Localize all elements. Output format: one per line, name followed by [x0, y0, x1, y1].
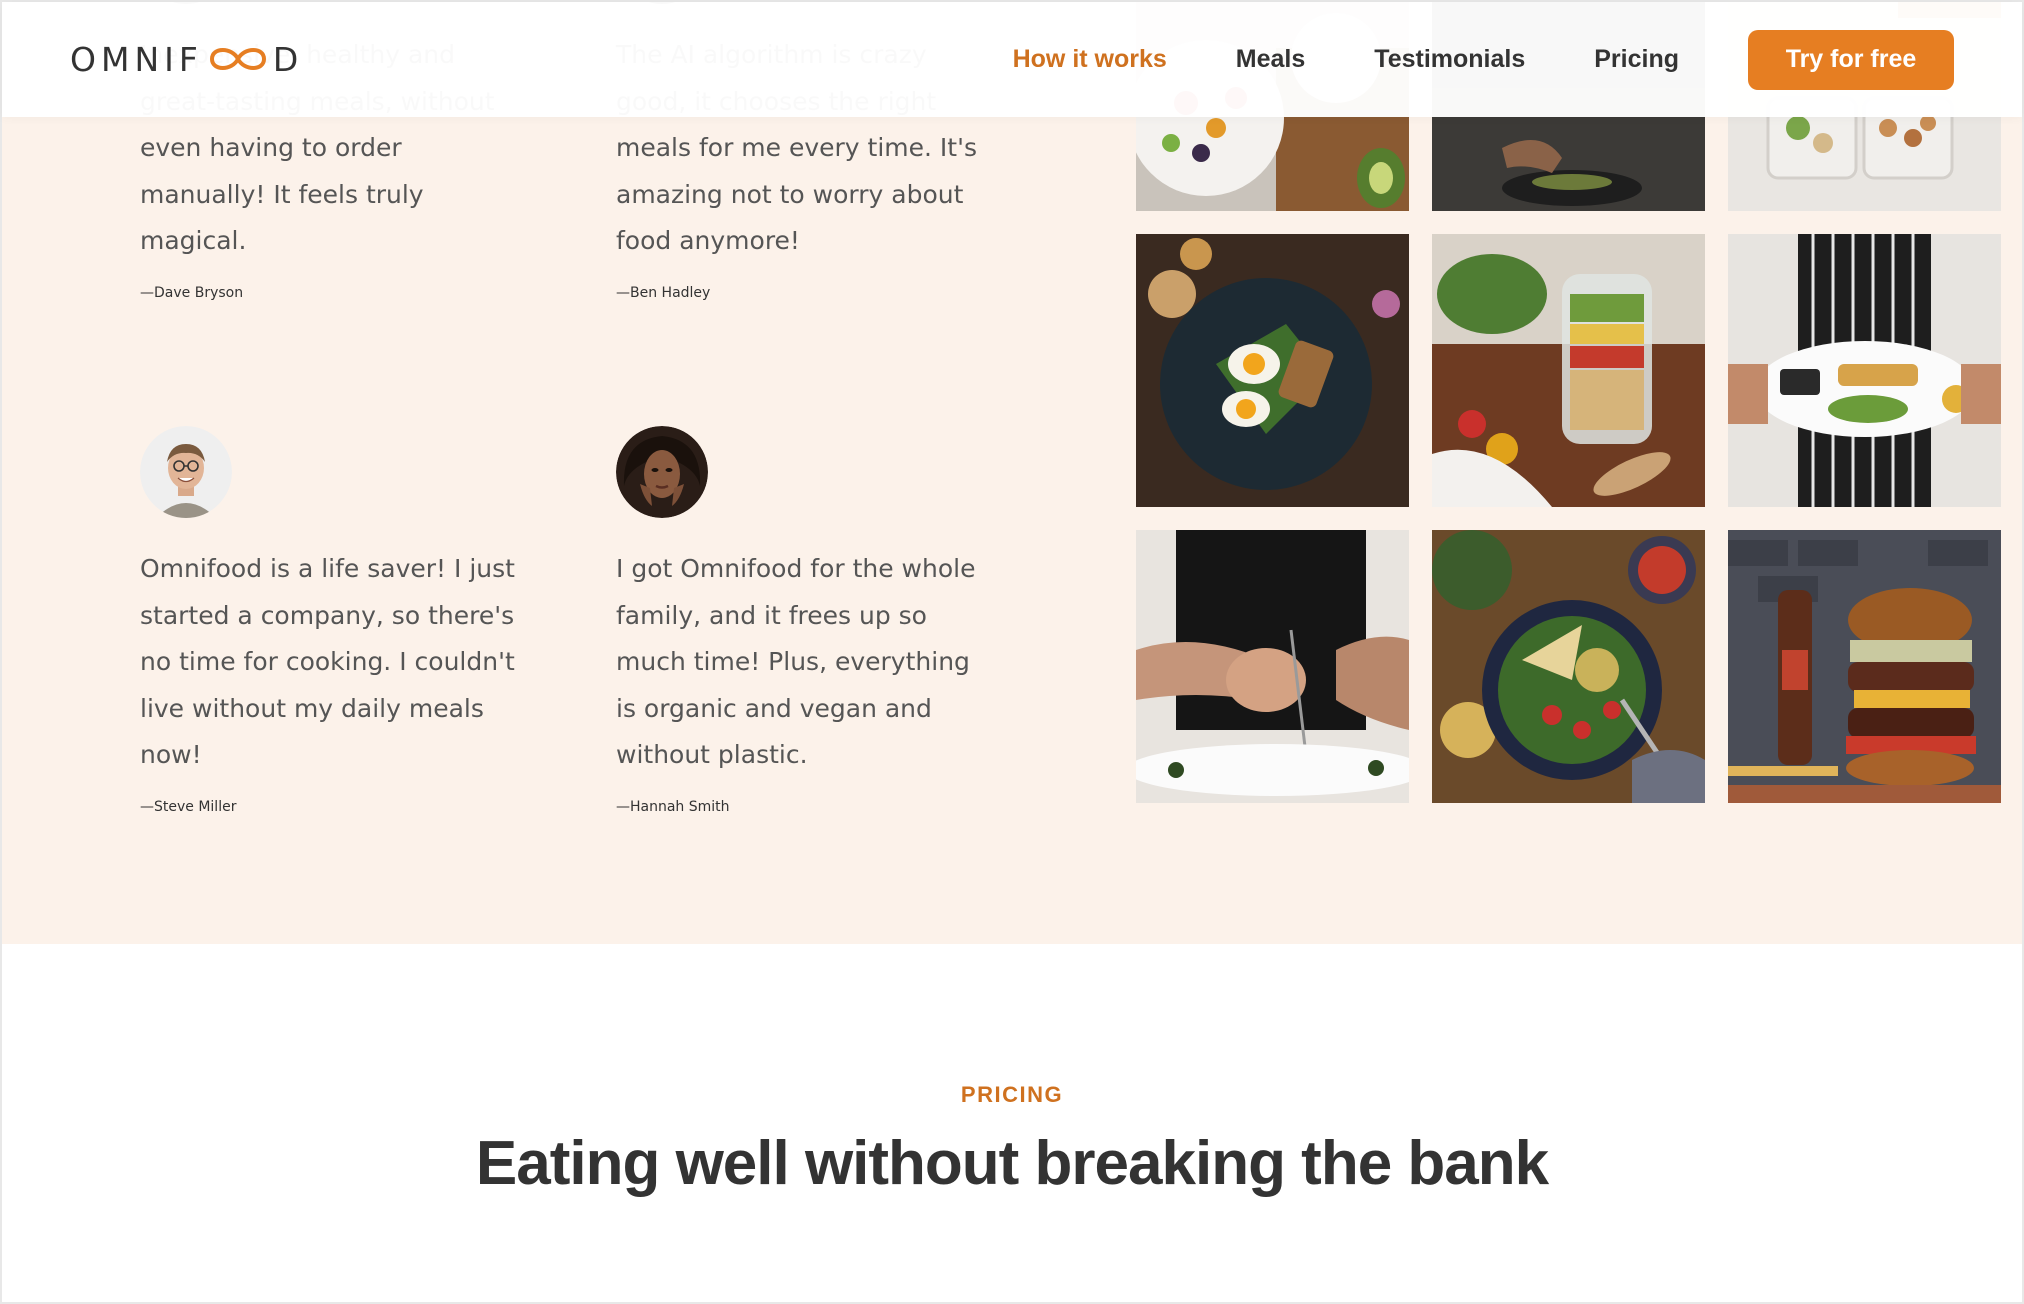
- chef-plating-photo: [1136, 530, 1409, 803]
- section-heading: Eating well without breaking the bank: [475, 1129, 1549, 1198]
- section-subheading: PRICING: [960, 1082, 1064, 1107]
- testimonial-quote: Omnifood is a life saver! I just started…: [140, 554, 515, 769]
- nav-link-meals[interactable]: Meals: [1236, 45, 1305, 74]
- logo-text: OMNIF: [70, 39, 203, 79]
- plated-meal-photo: [1728, 234, 2001, 507]
- pricing-section: PRICING Eating well without breaking the…: [2, 944, 2022, 1302]
- gallery-image: [1432, 530, 1705, 803]
- testimonial-author: —Hannah Smith: [616, 798, 730, 815]
- infinity-logo-icon: [209, 48, 266, 70]
- testimonial-author: —Dave Bryson: [140, 284, 244, 301]
- vegetable-bowl-photo: [1432, 530, 1705, 803]
- gallery-image: [1432, 234, 1705, 507]
- burger-photo: [1728, 530, 2001, 803]
- testimonial-card: I got Omnifood for the whole family, and…: [616, 426, 996, 815]
- testimonials-section: Inexpensive, healthy and great-tasting m…: [2, 2, 2022, 944]
- logo-text: D: [272, 39, 304, 79]
- salad-jar-photo: [1432, 234, 1705, 507]
- nav-link-testimonials[interactable]: Testimonials: [1374, 45, 1525, 74]
- nav-link-how-it-works[interactable]: How it works: [1013, 45, 1167, 74]
- customer-avatar: [140, 426, 232, 518]
- testimonial-quote: I got Omnifood for the whole family, and…: [616, 554, 976, 769]
- gallery-image: [1728, 234, 2001, 507]
- nav-link-pricing[interactable]: Pricing: [1594, 45, 1679, 74]
- testimonial-card: Omnifood is a life saver! I just started…: [140, 426, 520, 815]
- try-for-free-button[interactable]: Try for free: [1748, 29, 1954, 90]
- site-header: OMNIF D How it works Meals Testimonials …: [2, 2, 2022, 117]
- main-nav: How it works Meals Testimonials Pricing …: [944, 2, 2022, 117]
- customer-avatar: [616, 426, 708, 518]
- gallery-image: [1136, 234, 1409, 507]
- omnifood-logo[interactable]: OMNIF D: [70, 39, 303, 79]
- gallery-image: [1728, 530, 2001, 803]
- testimonial-author: —Ben Hadley: [616, 284, 711, 301]
- testimonial-author: —Steve Miller: [140, 798, 237, 815]
- egg-toast-plate-photo: [1136, 234, 1409, 507]
- gallery-image: [1136, 530, 1409, 803]
